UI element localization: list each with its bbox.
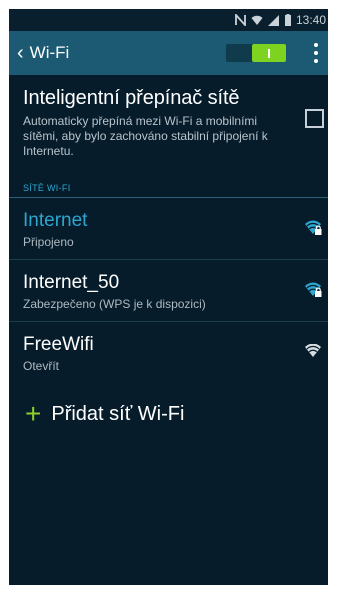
smart-switch-description: Automaticky přepíná mezi Wi-Fi a mobilní… (23, 114, 268, 158)
wifi-lock-icon (305, 220, 322, 235)
network-item-internet-50[interactable]: Internet_50 Zabezpečeno (WPS je k dispoz… (9, 260, 328, 322)
action-bar: ‹ Wi-Fi (9, 31, 328, 75)
network-name: FreeWifi (23, 334, 94, 355)
network-status: Otevřít (23, 359, 60, 373)
back-button[interactable]: ‹ Wi-Fi (9, 31, 69, 75)
add-wifi-network-button[interactable]: + Přidat síť Wi-Fi (9, 384, 328, 444)
status-time: 13:40 (295, 13, 326, 27)
network-name: Internet (23, 210, 88, 231)
page-title: Wi-Fi (29, 43, 70, 62)
smart-switch-title: Inteligentní přepínač sítě (23, 87, 240, 109)
wifi-status-icon (251, 15, 263, 25)
smart-switch-checkbox[interactable] (305, 109, 324, 128)
section-header-wifi-networks: SÍTĚ WI-FI (9, 183, 328, 198)
phone-screen: 13:40 ‹ Wi-Fi Inteligentní přepínač sítě… (9, 9, 328, 585)
signal-icon (267, 14, 279, 26)
network-item-internet[interactable]: Internet Připojeno (9, 198, 328, 260)
battery-icon (284, 14, 291, 26)
chevron-left-icon: ‹ (17, 42, 24, 64)
plus-icon: + (25, 398, 42, 429)
more-vertical-icon[interactable] (308, 41, 324, 65)
network-name: Internet_50 (23, 272, 120, 293)
smart-network-switch[interactable]: Inteligentní přepínač sítě Automaticky p… (9, 75, 328, 183)
network-item-freewifi[interactable]: FreeWifi Otevřít (9, 322, 328, 384)
network-status: Připojeno (23, 235, 74, 249)
status-bar: 13:40 (9, 9, 328, 31)
network-status: Zabezpečeno (WPS je k dispozici) (23, 297, 206, 311)
wifi-lock-icon (305, 282, 322, 297)
toggle-knob (252, 44, 286, 62)
nfc-icon (235, 14, 246, 26)
wifi-toggle[interactable] (226, 44, 286, 62)
add-network-label: Přidat síť Wi-Fi (51, 402, 185, 425)
wifi-icon (305, 344, 321, 357)
